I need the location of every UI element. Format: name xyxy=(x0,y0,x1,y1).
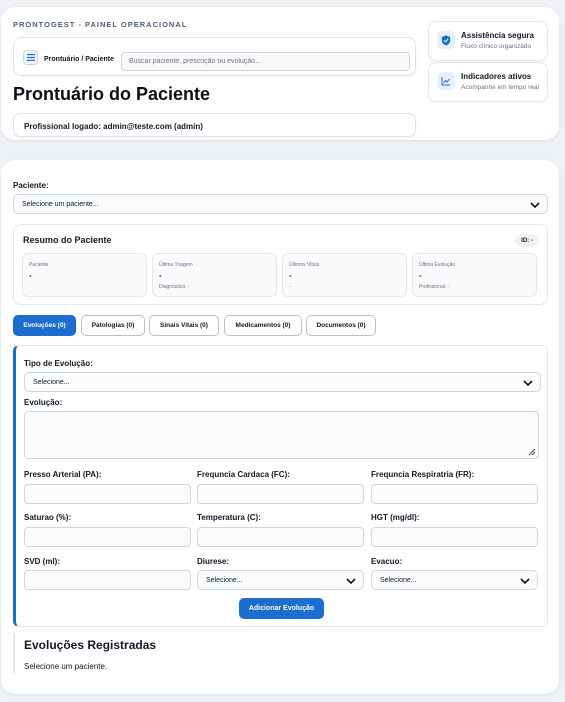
temperatura-input[interactable] xyxy=(197,527,364,547)
summary-cell-label: Últimos Vitais xyxy=(289,262,320,268)
evolucao-label: Evolução: xyxy=(24,398,63,407)
hgt-input[interactable] xyxy=(371,527,538,547)
side-card-title: Indicadores ativos xyxy=(461,72,532,81)
tipo-select[interactable]: Selecione... xyxy=(24,372,541,392)
tab-medicamentos[interactable]: Medicamentos (0) xyxy=(224,315,302,336)
app-eyebrow: PRONTOGEST - PAINEL OPERACIONAL xyxy=(13,20,188,29)
chevron-down-icon xyxy=(523,380,533,387)
diurese-select[interactable]: Selecione... xyxy=(197,570,364,590)
top-toolbar: Prontuário / Paciente xyxy=(13,37,416,76)
chevron-down-icon xyxy=(520,578,530,585)
tab-evolucoes[interactable]: Evoluções (0) xyxy=(13,315,76,336)
patient-select-value: Selecione um paciente... xyxy=(22,201,99,208)
saturacao-label: Saturao (%): xyxy=(24,513,72,522)
patient-select[interactable]: Selecione um paciente... xyxy=(13,194,548,214)
side-card-title: Assistência segura xyxy=(461,31,534,40)
summary-cell-value: - xyxy=(289,271,292,280)
chevron-down-icon xyxy=(530,202,540,209)
resize-handle-icon[interactable] xyxy=(527,447,536,456)
registered-empty-text: Selecione um paciente. xyxy=(24,662,108,671)
tab-sinais-vitais[interactable]: Sinais Vitais (0) xyxy=(149,315,219,336)
chart-icon xyxy=(437,72,455,90)
summary-cell-value: - xyxy=(419,271,422,280)
side-card-subtitle: Acompanhe em tempo real xyxy=(461,84,540,91)
fc-label: Frequncia Cardaca (FC): xyxy=(197,470,290,479)
chevron-down-icon xyxy=(346,578,356,585)
summary-cell-sub: Profissional: - xyxy=(419,284,450,290)
summary-cell-vitais: Últimos Vitais - - xyxy=(282,253,407,297)
patient-summary: Resumo do Paciente ID: - Paciente - Últi… xyxy=(13,224,548,305)
registered-title: Evoluções Registradas xyxy=(24,638,157,652)
tab-documentos[interactable]: Documentos (0) xyxy=(306,315,376,336)
tipo-label: Tipo de Evolução: xyxy=(24,359,93,368)
hgt-label: HGT (mg/dl): xyxy=(371,513,420,522)
fc-input[interactable] xyxy=(197,484,364,504)
logged-user-box: Profissional logado: admin@teste.com (ad… xyxy=(13,113,416,137)
fr-label: Frequncia Respiratria (FR): xyxy=(371,470,475,479)
summary-cell-sub: Diagnóstico: - xyxy=(159,284,190,290)
evolution-form: Tipo de Evolução: Selecione... Evolução:… xyxy=(13,345,548,627)
summary-cell-sub: - xyxy=(289,284,291,290)
saturacao-input[interactable] xyxy=(24,527,191,547)
registered-evolutions: Evoluções Registradas Selecione um pacie… xyxy=(13,633,548,673)
header-panel: PRONTOGEST - PAINEL OPERACIONAL Prontuár… xyxy=(1,7,559,140)
evacuacao-select-value: Selecione... xyxy=(380,577,417,584)
summary-cell-value: - xyxy=(159,271,162,280)
summary-cell-triagem: Última Triagem - Diagnóstico: - xyxy=(152,253,277,297)
pa-input[interactable] xyxy=(24,484,191,504)
menu-button[interactable] xyxy=(23,50,38,65)
summary-cell-value: - xyxy=(29,271,32,280)
logged-user-text: Profissional logado: admin@teste.com (ad… xyxy=(24,122,203,131)
side-card-indicadores: Indicadores ativos Acompanhe em tempo re… xyxy=(428,62,548,102)
tipo-select-value: Selecione... xyxy=(33,379,70,386)
menu-icon xyxy=(26,54,35,61)
summary-cell-label: Paciente xyxy=(29,262,49,268)
pa-label: Presso Arterial (PA): xyxy=(24,470,102,479)
svd-label: SVD (ml): xyxy=(24,557,60,566)
breadcrumb: Prontuário / Paciente xyxy=(44,56,115,63)
summary-cell-label: Última Evolução xyxy=(419,262,456,268)
patient-label: Paciente: xyxy=(13,181,49,190)
summary-cell-evolucao: Última Evolução - Profissional: - xyxy=(412,253,537,297)
temperatura-label: Temperatura (C): xyxy=(197,513,261,522)
side-card-assistencia: Assistência segura Fluxo clínico organiz… xyxy=(428,21,548,61)
summary-cell-paciente: Paciente - xyxy=(22,253,147,297)
diurese-label: Diurese: xyxy=(197,557,230,566)
main-panel: Paciente: Selecione um paciente... Resum… xyxy=(1,160,559,694)
shield-icon xyxy=(437,31,455,49)
fr-input[interactable] xyxy=(371,484,538,504)
summary-title: Resumo do Paciente xyxy=(23,235,112,245)
search-input[interactable] xyxy=(121,52,410,71)
svd-input[interactable] xyxy=(24,570,191,590)
summary-cell-label: Última Triagem xyxy=(159,262,193,268)
diurese-select-value: Selecione... xyxy=(206,577,243,584)
page-title: Prontuário do Paciente xyxy=(13,84,211,104)
id-badge: ID: - xyxy=(515,234,539,247)
evolucao-textarea[interactable] xyxy=(24,411,539,459)
tab-patologias[interactable]: Patologias (0) xyxy=(81,315,145,336)
evacuacao-select[interactable]: Selecione... xyxy=(371,570,538,590)
evacuacao-label: Evacuo: xyxy=(371,557,403,566)
side-card-subtitle: Fluxo clínico organizado xyxy=(461,43,532,50)
add-evolution-button[interactable]: Adicionar Evolução xyxy=(239,598,324,619)
